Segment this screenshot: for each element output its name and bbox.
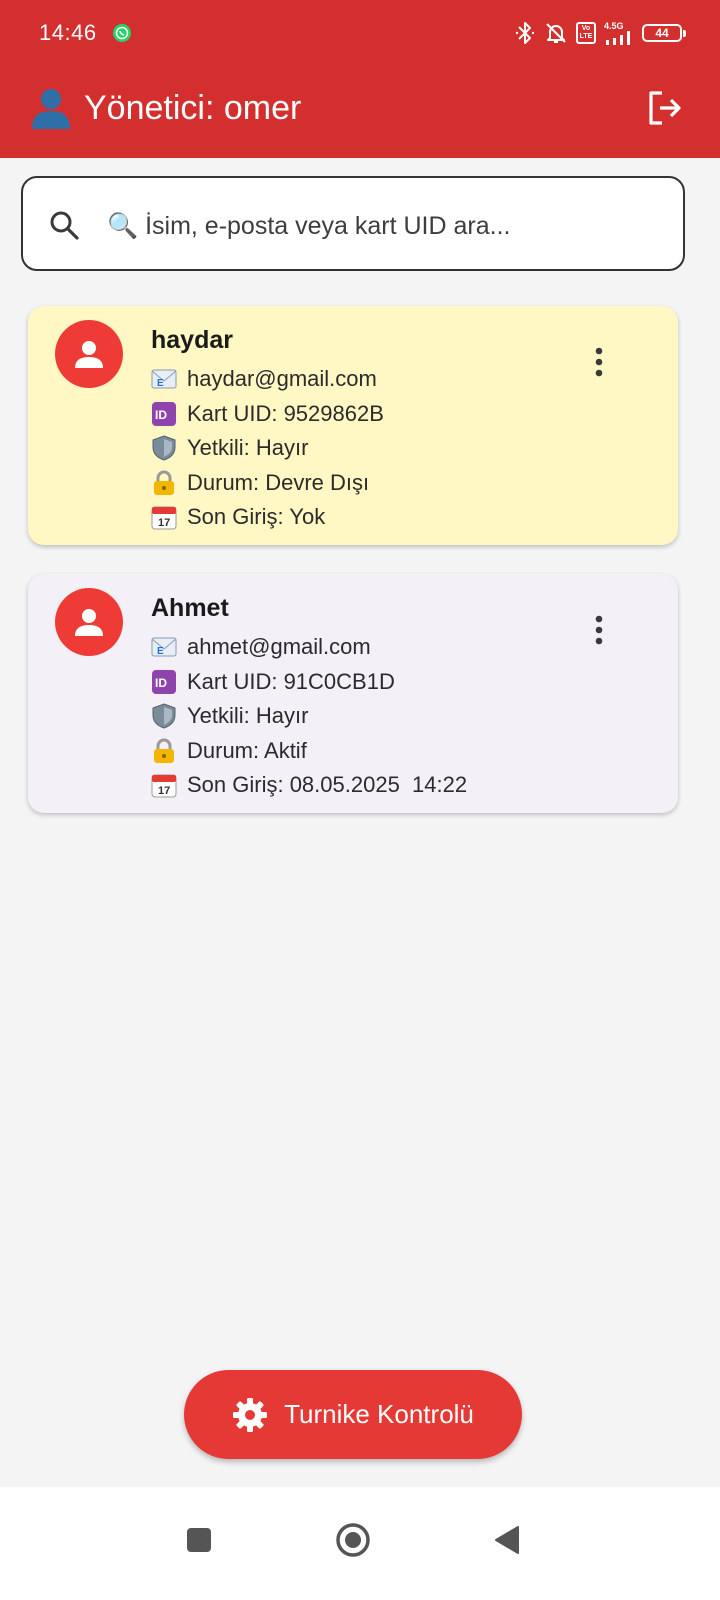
- user-uid-row: ID Kart UID: 91C0CB1D: [151, 665, 598, 700]
- person-icon: [32, 89, 70, 129]
- whatsapp-icon: [113, 24, 131, 42]
- gear-icon: [233, 1397, 268, 1432]
- home-button[interactable]: [328, 1515, 378, 1565]
- turnike-control-button[interactable]: Turnike Kontrolü: [184, 1370, 522, 1459]
- user-uid: Kart UID: 9529862B: [187, 400, 384, 426]
- user-authorized: Yetkili: Hayır: [187, 703, 309, 728]
- status-time: 14:46: [39, 20, 97, 45]
- search-icon: [50, 211, 79, 240]
- svg-text:ID: ID: [155, 408, 167, 422]
- svg-text:17: 17: [158, 517, 170, 529]
- more-options-button[interactable]: [584, 610, 614, 650]
- user-uid: Kart UID: 91C0CB1D: [187, 668, 395, 694]
- user-status-row: Durum: Devre Dışı: [151, 466, 598, 501]
- more-options-button[interactable]: [584, 342, 614, 382]
- user-authorized-row: Yetkili: Hayır: [151, 699, 598, 734]
- search-box[interactable]: [21, 176, 685, 271]
- user-authorized: Yetkili: Hayır: [187, 435, 309, 460]
- app-title-row: Yönetici: omer: [30, 86, 301, 130]
- more-vert-icon: [595, 347, 603, 377]
- user-email: haydar@gmail.com: [187, 366, 377, 391]
- volte-icon: Vo LTE: [576, 22, 596, 44]
- calendar-icon: 17: [151, 774, 177, 798]
- system-nav-bar: [0, 1487, 720, 1600]
- id-icon: ID: [152, 401, 176, 426]
- app-bar: 14:46 Vo LTE 4.5G 44 Yönetici: omer: [0, 0, 720, 158]
- user-status: Durum: Aktif: [187, 737, 307, 763]
- status-icons: Vo LTE 4.5G 44: [514, 18, 686, 48]
- lock-icon: [154, 470, 174, 495]
- user-authorized-row: Yetkili: Hayır: [151, 431, 598, 466]
- user-card[interactable]: haydar E haydar@gmail.com ID Kart UID: 9…: [28, 306, 678, 545]
- email-icon: E: [151, 637, 177, 657]
- square-icon: [187, 1528, 211, 1552]
- logout-icon: [649, 91, 681, 125]
- logout-button[interactable]: [644, 88, 684, 128]
- battery-level: 44: [655, 26, 669, 40]
- user-status: Durum: Devre Dışı: [187, 469, 370, 495]
- shield-icon: [152, 435, 176, 461]
- status-bar: 14:46 Vo LTE 4.5G 44: [0, 0, 720, 68]
- recents-button[interactable]: [174, 1515, 224, 1565]
- user-name: Ahmet: [151, 594, 229, 622]
- home-circle-icon: [336, 1523, 370, 1557]
- network-label: 4.5G: [604, 20, 624, 31]
- email-icon: E: [151, 369, 177, 389]
- user-card[interactable]: Ahmet E ahmet@gmail.com ID Kart UID: 91C…: [28, 574, 678, 813]
- user-status-row: Durum: Aktif: [151, 734, 598, 769]
- person-icon: [75, 341, 103, 368]
- user-name: haydar: [151, 326, 233, 354]
- signal-group: 4.5G: [604, 20, 634, 45]
- person-icon: [75, 609, 103, 636]
- avatar: [55, 320, 123, 388]
- svg-text:ID: ID: [155, 676, 167, 690]
- back-triangle-icon: [495, 1526, 519, 1554]
- lock-icon: [154, 738, 174, 763]
- svg-text:17: 17: [158, 785, 170, 797]
- calendar-icon: 17: [151, 506, 177, 530]
- battery-icon: 44: [642, 24, 686, 42]
- signal-icon: [606, 30, 630, 45]
- svg-text:E: E: [157, 646, 164, 657]
- user-last-login: Son Giriş: Yok: [187, 504, 326, 529]
- user-last-login-row: 17 Son Giriş: 08.05.2025 14:22: [151, 768, 598, 803]
- user-email-row: E ahmet@gmail.com: [151, 630, 598, 665]
- page-title: Yönetici: omer: [84, 88, 302, 127]
- user-email-row: E haydar@gmail.com: [151, 362, 598, 397]
- user-email: ahmet@gmail.com: [187, 634, 371, 659]
- user-uid-row: ID Kart UID: 9529862B: [151, 397, 598, 432]
- user-details: Ahmet E ahmet@gmail.com ID Kart UID: 91C…: [151, 592, 598, 803]
- back-button[interactable]: [482, 1515, 532, 1565]
- bluetooth-icon: [515, 22, 535, 44]
- turnike-control-label: Turnike Kontrolü: [284, 1399, 474, 1429]
- search-input[interactable]: [105, 198, 663, 254]
- more-vert-icon: [595, 615, 603, 645]
- volte-label: Vo LTE: [579, 25, 593, 40]
- user-last-login-row: 17 Son Giriş: Yok: [151, 500, 598, 535]
- svg-text:E: E: [157, 378, 164, 389]
- bell-off-icon: [546, 23, 566, 43]
- user-details: haydar E haydar@gmail.com ID Kart UID: 9…: [151, 324, 598, 535]
- avatar: [55, 588, 123, 656]
- user-last-login: Son Giriş: 08.05.2025 14:22: [187, 772, 468, 797]
- shield-icon: [152, 703, 176, 729]
- id-icon: ID: [152, 669, 176, 694]
